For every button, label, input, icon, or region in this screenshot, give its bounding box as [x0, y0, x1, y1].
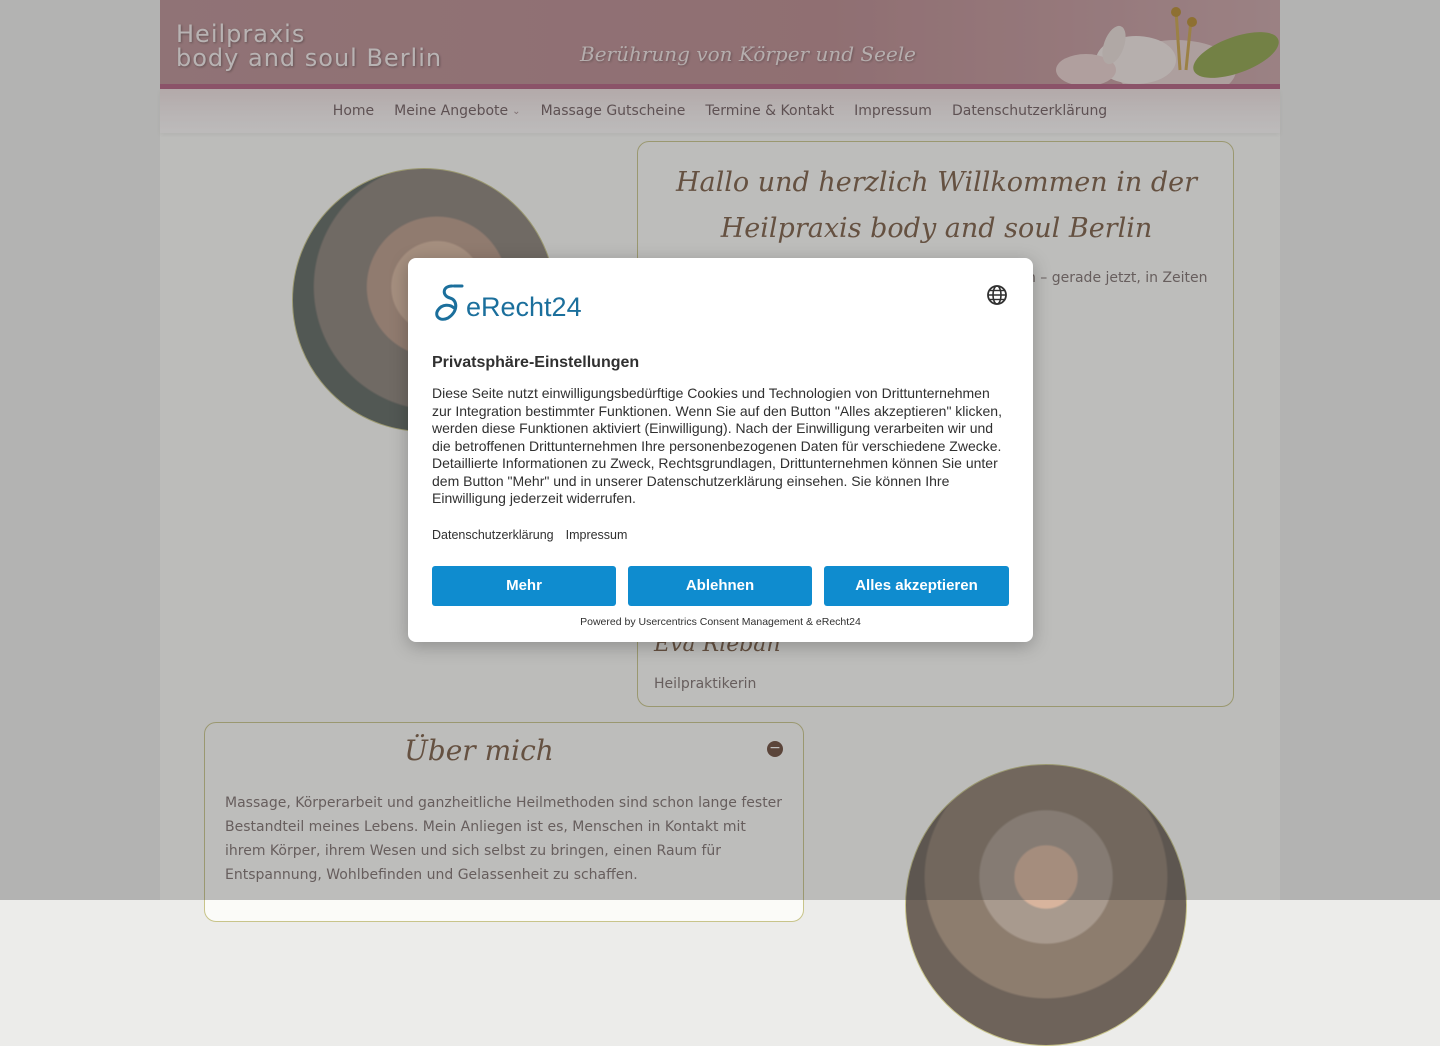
privacy-link[interactable]: Datenschutzerklärung [432, 528, 554, 542]
erecht24-logo-icon [435, 284, 464, 321]
imprint-link[interactable]: Impressum [566, 528, 628, 542]
erecht24-logo: eRecht24 [432, 282, 582, 322]
consent-body: Diese Seite nutzt einwilligungsbedürftig… [432, 385, 1002, 506]
powered-by-text: Powered by Usercentrics Consent Manageme… [580, 616, 861, 628]
accept-all-button[interactable]: Alles akzeptieren [824, 566, 1009, 606]
consent-links: Datenschutzerklärung Impressum [432, 528, 627, 542]
more-button[interactable]: Mehr [432, 566, 616, 606]
logo-text: eRecht24 [466, 292, 582, 322]
consent-dialog: eRecht24 Privatsphäre-Einstellungen Dies… [408, 258, 1033, 642]
globe-icon[interactable] [986, 284, 1008, 306]
reject-button[interactable]: Ablehnen [628, 566, 812, 606]
consent-title: Privatsphäre-Einstellungen [432, 354, 640, 371]
